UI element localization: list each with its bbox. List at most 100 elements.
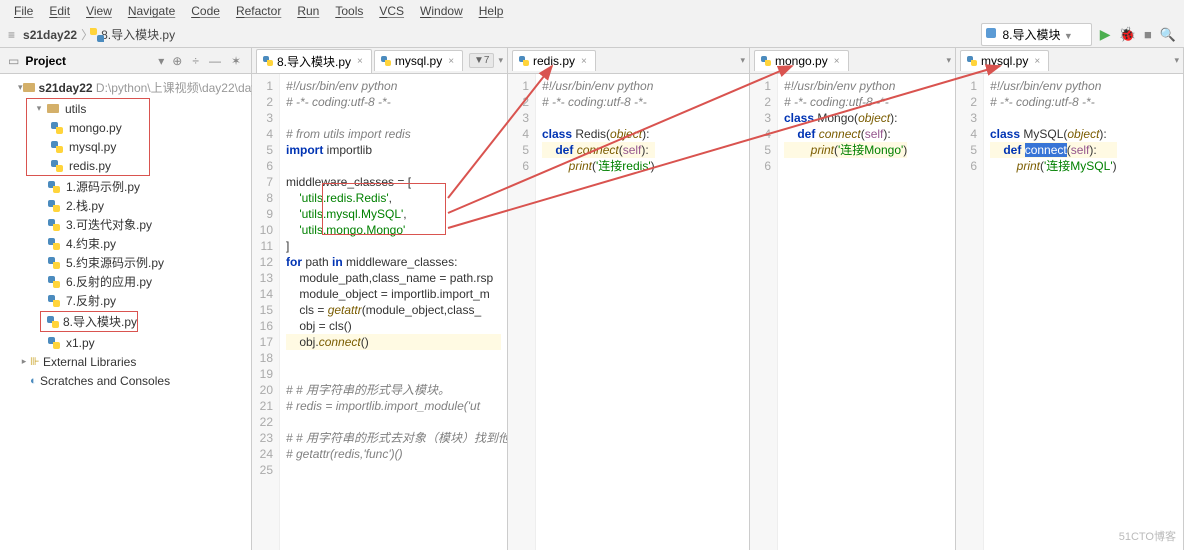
menu-navigate[interactable]: Navigate [122, 2, 181, 20]
tree-file[interactable]: 3.可迭代对象.py [0, 215, 251, 234]
project-title: Project [25, 54, 152, 68]
code-body[interactable]: #!/usr/bin/env python # -*- coding:utf-8… [280, 74, 507, 550]
code-editor-1[interactable]: 1 2 3 4 5 6 #!/usr/bin/env python # -*- … [508, 74, 749, 550]
tree-file[interactable]: 2.栈.py [0, 196, 251, 215]
breadcrumb-project[interactable]: s21day22 [23, 28, 77, 42]
menu-help[interactable]: Help [473, 2, 510, 20]
gutter: 1 2 3 4 5 6 [750, 74, 778, 550]
python-file-icon [761, 56, 771, 66]
editor-pane-3: mysql.py× ▾ 1 2 3 4 5 6 #!/usr/bin/env p… [956, 48, 1184, 550]
folder-icon [47, 104, 59, 113]
close-icon[interactable]: × [1034, 56, 1040, 67]
python-file-icon [48, 219, 60, 231]
chevron-down-icon[interactable]: ▾ [946, 55, 951, 66]
python-file-icon [48, 238, 60, 250]
code-body[interactable]: #!/usr/bin/env python # -*- coding:utf-8… [536, 74, 661, 550]
tree-file-mongo[interactable]: mongo.py [27, 118, 149, 137]
menu-vcs[interactable]: VCS [373, 2, 410, 20]
collapse-all-icon[interactable]: ÷ [190, 54, 201, 68]
tree-folder-utils[interactable]: ▾utils [27, 99, 149, 118]
python-file-icon [51, 141, 63, 153]
python-file-icon [48, 200, 60, 212]
project-tree: ▾s21day22 D:\python\上课视频\day22\day22 ▾ut… [0, 74, 251, 394]
breadcrumb-file[interactable]: 8.导入模块.py [101, 26, 175, 43]
menu-tools[interactable]: Tools [329, 2, 369, 20]
menu-code[interactable]: Code [185, 2, 226, 20]
python-file-icon [51, 122, 63, 134]
menu-bar: File Edit View Navigate Code Refactor Ru… [0, 0, 1184, 22]
code-editor-2[interactable]: 1 2 3 4 5 6 #!/usr/bin/env python # -*- … [750, 74, 955, 550]
tab-mysql[interactable]: mysql.py× [374, 50, 463, 71]
code-body[interactable]: #!/usr/bin/env python # -*- coding:utf-8… [984, 74, 1123, 550]
breadcrumb: ≡ s21day22 〉 8.导入模块.py [8, 26, 175, 43]
python-file-icon [967, 56, 977, 66]
code-editor-0[interactable]: 1 2 3 4 5 6 7 8 9 10 11 12 13 14 15 16 1… [252, 74, 507, 550]
tree-file[interactable]: 4.约束.py [0, 234, 251, 253]
tab-mongo[interactable]: mongo.py× [754, 50, 849, 71]
tree-file-mysql[interactable]: mysql.py [27, 137, 149, 156]
close-icon[interactable]: × [448, 56, 454, 67]
tab-bar-3: mysql.py× ▾ [956, 48, 1183, 74]
editor-splitter: 8.导入模块.py× mysql.py× ▼7 ▾ 1 2 3 4 5 6 7 … [252, 48, 1184, 550]
menu-window[interactable]: Window [414, 2, 469, 20]
menu-view[interactable]: View [80, 2, 118, 20]
tab-bar-2: mongo.py× ▾ [750, 48, 955, 74]
tab-import-module[interactable]: 8.导入模块.py× [256, 49, 372, 73]
python-file-icon [381, 56, 391, 66]
gutter: 1 2 3 4 5 6 [508, 74, 536, 550]
tree-scratches[interactable]: ◐ Scratches and Consoles [0, 371, 251, 390]
hide-icon[interactable]: — [207, 54, 223, 68]
tab-bar-0: 8.导入模块.py× mysql.py× ▼7 ▾ [252, 48, 507, 74]
menu-run[interactable]: Run [291, 2, 325, 20]
chevron-down-icon[interactable]: ▾ [740, 55, 745, 66]
tree-file-current[interactable]: 8.导入模块.py [41, 312, 137, 331]
tree-file[interactable]: 1.源码示例.py [0, 177, 251, 196]
menu-refactor[interactable]: Refactor [230, 2, 287, 20]
gutter: 1 2 3 4 5 6 7 8 9 10 11 12 13 14 15 16 1… [252, 74, 280, 550]
tree-file[interactable]: x1.py [0, 333, 251, 352]
python-file-icon [51, 160, 63, 172]
code-editor-3[interactable]: 1 2 3 4 5 6 #!/usr/bin/env python # -*- … [956, 74, 1183, 550]
watermark: 51CTO博客 [1119, 528, 1176, 544]
scroll-from-source-icon[interactable]: ⊕ [170, 54, 184, 68]
library-icon: ⊪ [30, 355, 40, 368]
tree-external-libraries[interactable]: ▸⊪ External Libraries [0, 352, 251, 371]
python-file-icon [48, 257, 60, 269]
run-button[interactable]: ▶ [1100, 26, 1111, 43]
folder-icon [23, 83, 35, 92]
close-icon[interactable]: × [581, 56, 587, 67]
python-file-icon [48, 337, 60, 349]
tab-bar-1: redis.py× ▾ [508, 48, 749, 74]
hidden-tabs-badge[interactable]: ▼7 [469, 53, 494, 68]
chevron-down-icon[interactable]: ▾ [158, 54, 164, 68]
python-file-icon [263, 56, 273, 66]
chevron-down-icon[interactable]: ▾ [1174, 55, 1179, 66]
tree-root[interactable]: ▾s21day22 D:\python\上课视频\day22\day22 [0, 78, 251, 97]
close-icon[interactable]: × [357, 56, 363, 67]
scratches-icon: ◐ [30, 375, 37, 387]
project-header: ▭ Project ▾ ⊕ ÷ — ✶ [0, 48, 251, 74]
tree-file[interactable]: 6.反射的应用.py [0, 272, 251, 291]
editor-pane-1: redis.py× ▾ 1 2 3 4 5 6 #!/usr/bin/env p… [508, 48, 750, 550]
project-tool-window: ▭ Project ▾ ⊕ ÷ — ✶ ▾s21day22 D:\python\… [0, 48, 252, 550]
menu-file[interactable]: File [8, 2, 39, 20]
search-icon[interactable]: 🔍 [1160, 27, 1176, 43]
chevron-down-icon[interactable]: ▾ [498, 55, 503, 66]
close-icon[interactable]: × [834, 56, 840, 67]
tree-file[interactable]: 5.约束源码示例.py [0, 253, 251, 272]
python-file-icon [47, 316, 59, 328]
code-body[interactable]: #!/usr/bin/env python # -*- coding:utf-8… [778, 74, 913, 550]
toolbar-right: 8.导入模块 ▼ ▶ 🐞 ■ 🔍 [981, 23, 1176, 46]
tab-mysql-2[interactable]: mysql.py× [960, 50, 1049, 71]
python-file-icon [48, 276, 60, 288]
menu-edit[interactable]: Edit [43, 2, 76, 20]
editor-pane-2: mongo.py× ▾ 1 2 3 4 5 6 #!/usr/bin/env p… [750, 48, 956, 550]
stop-button[interactable]: ■ [1144, 27, 1152, 42]
gear-icon[interactable]: ✶ [229, 54, 243, 68]
tree-file[interactable]: 7.反射.py [0, 291, 251, 310]
navigation-bar: ≡ s21day22 〉 8.导入模块.py 8.导入模块 ▼ ▶ 🐞 ■ 🔍 [0, 22, 1184, 48]
debug-button[interactable]: 🐞 [1119, 26, 1136, 43]
run-config-selector[interactable]: 8.导入模块 ▼ [981, 23, 1091, 46]
tab-redis[interactable]: redis.py× [512, 50, 596, 71]
tree-file-redis[interactable]: redis.py [27, 156, 149, 175]
